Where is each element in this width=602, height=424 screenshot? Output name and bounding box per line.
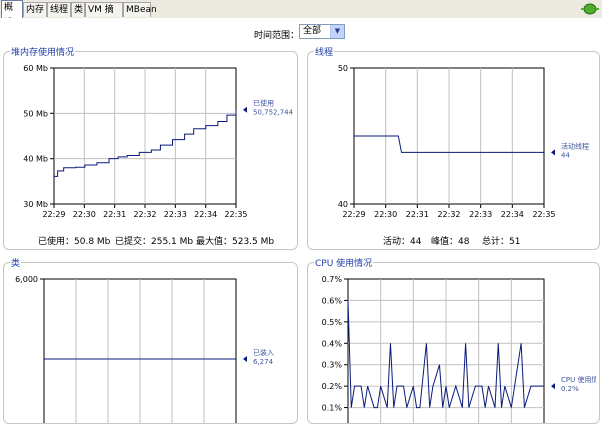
legend-marker [243, 106, 247, 113]
classes-chart: 6,000 已装入6,274 [15, 275, 274, 423]
legend-series-name: 已装入 [253, 348, 274, 357]
x-tick-label: 22:32 [437, 210, 460, 219]
x-tick-label: 22:31 [406, 210, 429, 219]
overview-content: 时间范围： 全部 ▼ 堆内存使用情况 30 Mb 40 Mb 50 Mb 60 Mb 2… [0, 18, 602, 424]
time-range-value: 全部 [303, 26, 322, 36]
y-tick-label: 0.4% [322, 339, 343, 348]
legend-marker [551, 149, 555, 156]
threads-total-stat: 总计：51 [482, 237, 521, 247]
y-tick-label: 50 [338, 64, 348, 73]
heap-memory-panel: 堆内存使用情况 30 Mb 40 Mb 50 Mb 60 Mb 22:29 22:30 22… [3, 45, 298, 250]
y-tick-label: 50 Mb [23, 109, 48, 118]
y-tick-label: 0.6% [322, 296, 343, 305]
tab-bar: 概述 内存 线程 类 VM 摘要 MBean [0, 0, 602, 30]
heap-committed-stat: 已提交：255.1 Mb [115, 237, 194, 247]
tab-threads-label: 线程 [50, 5, 69, 15]
legend-series-name: CPU 使用情况 [561, 375, 596, 384]
x-tick-label: 22:29 [342, 210, 365, 219]
y-tick-label: 0.3% [322, 361, 343, 370]
tab-classes[interactable]: 类 [71, 2, 85, 17]
x-tick-label: 22:34 [194, 210, 217, 219]
threads-panel: 线程 40 50 22:29 22:30 22:31 22:32 22:33 22:34 22:… [307, 45, 600, 250]
tab-mbeans-label: MBean [126, 5, 157, 15]
legend-marker [243, 356, 247, 362]
tab-memory-label: 内存 [26, 5, 45, 15]
threads-chart: 40 50 22:29 22:30 22:31 22:32 22:33 22:34 22:35 活… [338, 64, 589, 219]
y-tick-label: 30 Mb [23, 200, 48, 209]
x-tick-label: 22:34 [501, 210, 524, 219]
y-tick-label: 0.7% [322, 275, 343, 284]
cpu-panel: CPU 使用情况 0.1% 0.2% 0.3% 0.4% 0.5% 0.6% 0.7% CPU… [307, 256, 600, 424]
tab-overview[interactable]: 概述 [1, 0, 23, 28]
legend-current-value: 0.2% [561, 385, 579, 393]
y-tick-label: 60 Mb [23, 64, 48, 73]
legend-series-name: 已使用 [253, 99, 274, 108]
legend-series-name: 活动线程 [561, 141, 589, 150]
heap-max-stat: 最大值：523.5 Mb [196, 237, 275, 247]
y-tick-label: 6,000 [15, 275, 38, 284]
legend-marker [551, 383, 555, 390]
legend-current-value: 50,752,744 [253, 109, 294, 117]
heap-used-stat: 已使用：50.8 Mb [38, 237, 111, 247]
x-tick-label: 22:30 [374, 210, 397, 219]
tab-threads[interactable]: 线程 [47, 2, 71, 17]
tab-memory[interactable]: 内存 [23, 2, 47, 17]
y-tick-label: 0.2% [322, 382, 343, 391]
tab-classes-label: 类 [74, 5, 84, 15]
time-range-select[interactable]: 全部 ▼ [299, 24, 345, 39]
x-tick-label: 22:35 [224, 210, 247, 219]
x-tick-label: 22:33 [469, 210, 492, 219]
x-tick-label: 22:35 [532, 210, 555, 219]
tab-mbeans[interactable]: MBean [123, 2, 157, 17]
heap-memory-chart: 30 Mb 40 Mb 50 Mb 60 Mb 22:29 22:30 22:31 22:32… [23, 64, 294, 219]
x-tick-label: 22:30 [73, 210, 96, 219]
threads-peak-stat: 峰值：48 [431, 237, 470, 247]
threads-live-stat: 活动：44 [383, 237, 422, 247]
legend-current-value: 44 [561, 151, 570, 159]
x-tick-label: 22:29 [42, 210, 65, 219]
cpu-chart: 0.1%0.2%0.3%0.4%0.5%0.6%0.7%CPU 使用情况0.2% [322, 275, 596, 423]
y-tick-label: 0.5% [322, 318, 343, 327]
tab-vm-summary[interactable]: VM 摘要 [85, 2, 123, 30]
time-range-label: 时间范围： [254, 31, 300, 41]
x-tick-label: 22:33 [164, 210, 187, 219]
y-tick-label: 40 Mb [23, 155, 48, 164]
legend-current-value: 6,274 [253, 358, 274, 366]
connection-status-icon[interactable] [581, 2, 599, 16]
x-tick-label: 22:32 [133, 210, 156, 219]
y-tick-label: 0.1% [322, 404, 343, 413]
x-tick-label: 22:31 [103, 210, 126, 219]
y-tick-label: 40 [338, 200, 348, 209]
chevron-down-icon[interactable]: ▼ [330, 25, 344, 38]
classes-panel: 类 6,000 已装入 6,274 [3, 256, 298, 424]
